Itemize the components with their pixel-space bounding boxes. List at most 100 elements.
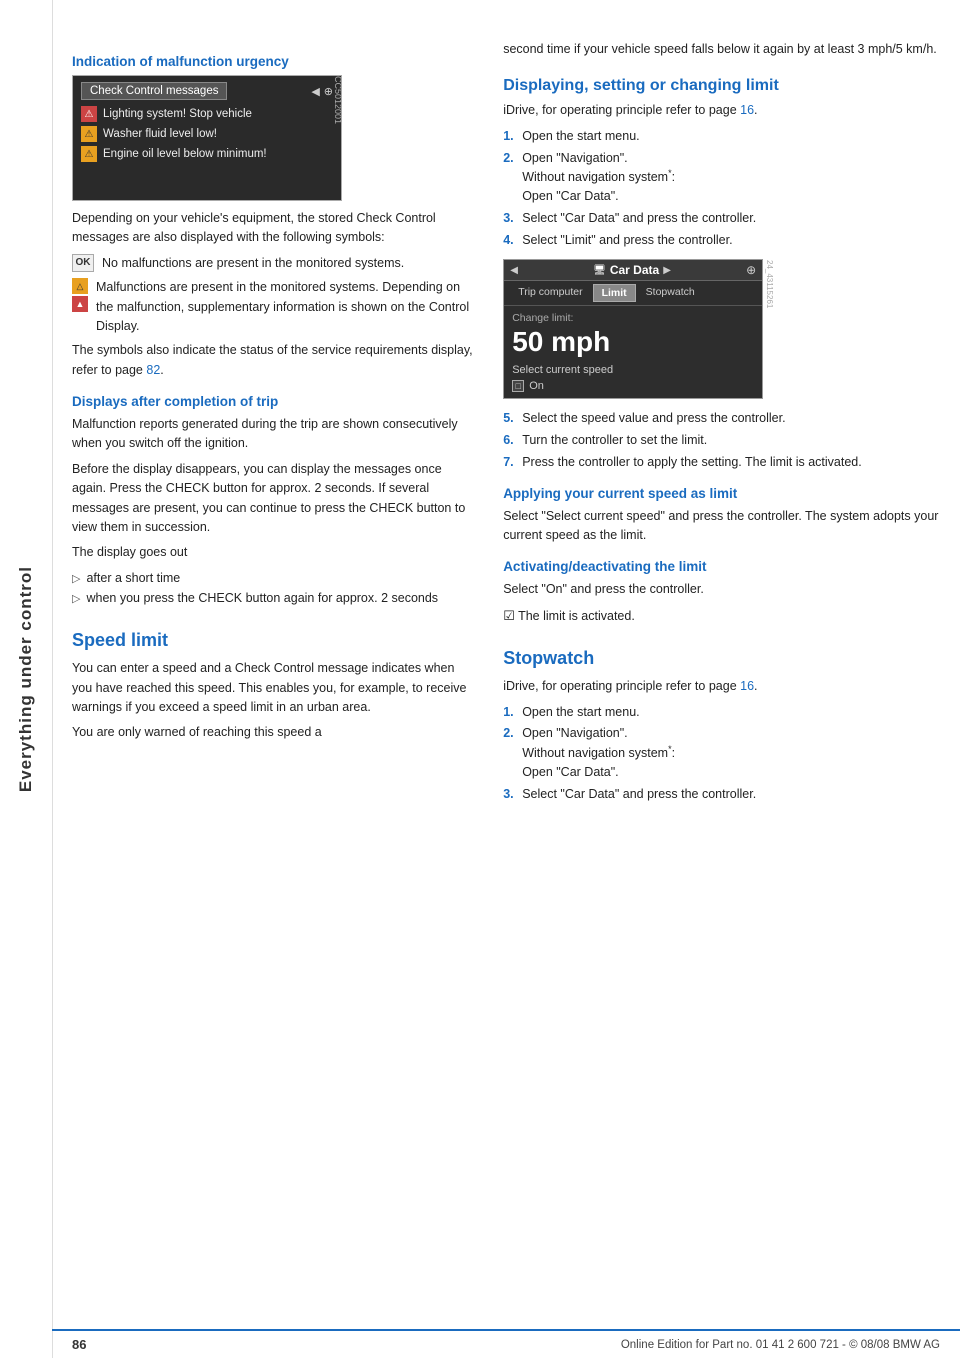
checkmark-text: The limit is activated. <box>518 609 635 623</box>
warning-triangle-icon-2: ▲ <box>72 296 88 312</box>
stopwatch-step-text-3: Select "Car Data" and press the controll… <box>522 785 756 804</box>
car-data-top-icon: ⊕ <box>746 263 756 277</box>
page-ref-82[interactable]: 82 <box>146 363 160 377</box>
sidebar-title: Everything under control <box>16 566 36 792</box>
car-data-tab-limit[interactable]: Limit <box>593 284 636 302</box>
car-data-select-speed-label: Select current speed <box>512 364 754 376</box>
section-speed-limit: Speed limit You can enter a speed and a … <box>72 630 475 743</box>
warning-triangle-icon: △ <box>72 278 88 294</box>
step-5: 5. Select the speed value and press the … <box>503 409 940 428</box>
stopwatch-step-text-1: Open the start menu. <box>522 703 639 722</box>
list-item-bullet-1: ▷ after a short time <box>72 569 475 588</box>
car-data-header: ◀ 🖥 Car Data ▶ ⊕ <box>504 260 762 281</box>
step-1: 1. Open the start menu. <box>503 127 940 146</box>
cc-warning-icon-2: ⚠ <box>81 126 97 142</box>
cc-title-bar: Check Control messages ◀ ⊕ <box>81 82 333 100</box>
steps-list-1: 1. Open the start menu. 2. Open "Navigat… <box>503 127 940 250</box>
section-applying-speed: Applying your current speed as limit Sel… <box>503 486 940 546</box>
bullet-arrow-icon-1: ▷ <box>72 571 80 588</box>
car-data-forward-arrow: ▶ <box>663 265 671 276</box>
footer-copyright: Online Edition for Part no. 01 41 2 600 … <box>621 1339 940 1351</box>
display-goes-out-text: The display goes out <box>72 543 475 562</box>
body-service-text: The symbols also indicate the status of … <box>72 343 473 376</box>
two-column-layout: Indication of malfunction urgency Check … <box>72 40 940 807</box>
symbol-warning-text: Malfunctions are present in the monitore… <box>96 278 475 336</box>
step-4: 4. Select "Limit" and press the controll… <box>503 231 940 250</box>
stopwatch-step-num-1: 1. <box>503 703 517 722</box>
idrive-end: . <box>754 103 757 117</box>
body-trip-2: Before the display disappears, you can d… <box>72 460 475 538</box>
step-text-2: Open "Navigation".Without navigation sys… <box>522 149 675 206</box>
car-data-body: Change limit: 50 mph Select current spee… <box>504 306 762 398</box>
car-data-speed-display: 50 mph <box>512 326 754 358</box>
car-data-icon: 🖥 <box>593 265 606 276</box>
cc-arrow-left: ◀ <box>311 85 319 98</box>
cc-warning-icon-1: ⚠ <box>81 106 97 122</box>
step-num-5: 5. <box>503 409 517 428</box>
body-speed-continued: second time if your vehicle speed falls … <box>503 40 940 59</box>
step-text-6: Turn the controller to set the limit. <box>522 431 707 450</box>
stopwatch-step-2: 2. Open "Navigation".Without navigation … <box>503 724 940 781</box>
stopwatch-step-3: 3. Select "Car Data" and press the contr… <box>503 785 940 804</box>
step-2: 2. Open "Navigation".Without navigation … <box>503 149 940 206</box>
step-text-4: Select "Limit" and press the controller. <box>522 231 732 250</box>
step-num-7: 7. <box>503 453 517 472</box>
car-data-title: Car Data <box>610 263 659 277</box>
step-3: 3. Select "Car Data" and press the contr… <box>503 209 940 228</box>
section-activating-limit: Activating/deactivating the limit Select… <box>503 559 940 626</box>
body-trip-1: Malfunction reports generated during the… <box>72 415 475 454</box>
step-num-1: 1. <box>503 127 517 146</box>
idrive-ref-stopwatch: iDrive, for operating principle refer to… <box>503 677 940 696</box>
cc-arrow-icon: ⊕ <box>324 85 333 98</box>
idrive-intro-stopwatch: iDrive, for operating principle refer to… <box>503 679 736 693</box>
bullet-list-display: ▷ after a short time ▷ when you press th… <box>72 569 475 609</box>
steps-list-2: 5. Select the speed value and press the … <box>503 409 940 471</box>
stopwatch-step-text-2: Open "Navigation".Without navigation sys… <box>522 724 675 781</box>
cc-row-2: ⚠ Washer fluid level low! <box>81 124 333 144</box>
car-data-ui-box: ◀ 🖥 Car Data ▶ ⊕ Trip computer Limit Sto… <box>503 259 763 399</box>
cc-title: Check Control messages <box>81 82 227 100</box>
step-text-5: Select the speed value and press the con… <box>522 409 785 428</box>
step-text-3: Select "Car Data" and press the controll… <box>522 209 756 228</box>
step-6: 6. Turn the controller to set the limit. <box>503 431 940 450</box>
steps-list-stopwatch: 1. Open the start menu. 2. Open "Navigat… <box>503 703 940 804</box>
step-num-6: 6. <box>503 431 517 450</box>
car-data-checkbox[interactable]: □ <box>512 380 524 392</box>
image-label-2: 24_43115261 <box>765 260 774 308</box>
page-number: 86 <box>72 1337 86 1352</box>
body-activating-2: ☑ The limit is activated. <box>503 606 940 626</box>
stopwatch-step-num-3: 3. <box>503 785 517 804</box>
checkmark-icon: ☑ <box>503 608 515 623</box>
sidebar: Everything under control <box>0 0 52 1358</box>
car-data-title-area: 🖥 Car Data ▶ <box>593 263 671 277</box>
body-service-ref: The symbols also indicate the status of … <box>72 341 475 380</box>
car-data-tab-trip-computer[interactable]: Trip computer <box>510 284 590 302</box>
idrive-end-stopwatch: . <box>754 679 757 693</box>
body-period: . <box>160 363 163 377</box>
image-label-1: CC5012001 <box>333 76 343 124</box>
step-num-3: 3. <box>503 209 517 228</box>
section-displaying-limit: Displaying, setting or changing limit iD… <box>503 77 940 471</box>
car-data-tabs-row: Trip computer Limit Stopwatch <box>504 281 762 306</box>
heading-stopwatch: Stopwatch <box>503 648 940 669</box>
car-data-tab-stopwatch[interactable]: Stopwatch <box>638 284 703 302</box>
section-displays-after-trip: Displays after completion of trip Malfun… <box>72 394 475 608</box>
check-control-image: Check Control messages ◀ ⊕ ⚠ Lighting sy… <box>72 75 342 201</box>
car-data-checkbox-row: □ On <box>512 380 754 392</box>
page-ref-16-limit[interactable]: 16 <box>740 103 754 117</box>
body-activating-1: Select "On" and press the controller. <box>503 580 940 599</box>
body-speed-1: You can enter a speed and a Check Contro… <box>72 659 475 717</box>
cc-arrows: ◀ ⊕ <box>311 85 333 98</box>
footer: 86 Online Edition for Part no. 01 41 2 6… <box>52 1329 960 1358</box>
cc-row-3: ⚠ Engine oil level below minimum! <box>81 144 333 164</box>
heading-activating-limit: Activating/deactivating the limit <box>503 559 940 574</box>
step-text-1: Open the start menu. <box>522 127 639 146</box>
symbol-row-warning: △ ▲ Malfunctions are present in the moni… <box>72 278 475 336</box>
car-data-back-arrow: ◀ <box>510 265 518 276</box>
car-data-change-limit-label: Change limit: <box>512 312 754 324</box>
symbol-row-ok: OK No malfunctions are present in the mo… <box>72 254 475 273</box>
symbol-ok-text: No malfunctions are present in the monit… <box>102 254 404 273</box>
page-ref-16-stopwatch[interactable]: 16 <box>740 679 754 693</box>
bullet-text-2: when you press the CHECK button again fo… <box>86 589 438 608</box>
body-speed-2: You are only warned of reaching this spe… <box>72 723 475 742</box>
